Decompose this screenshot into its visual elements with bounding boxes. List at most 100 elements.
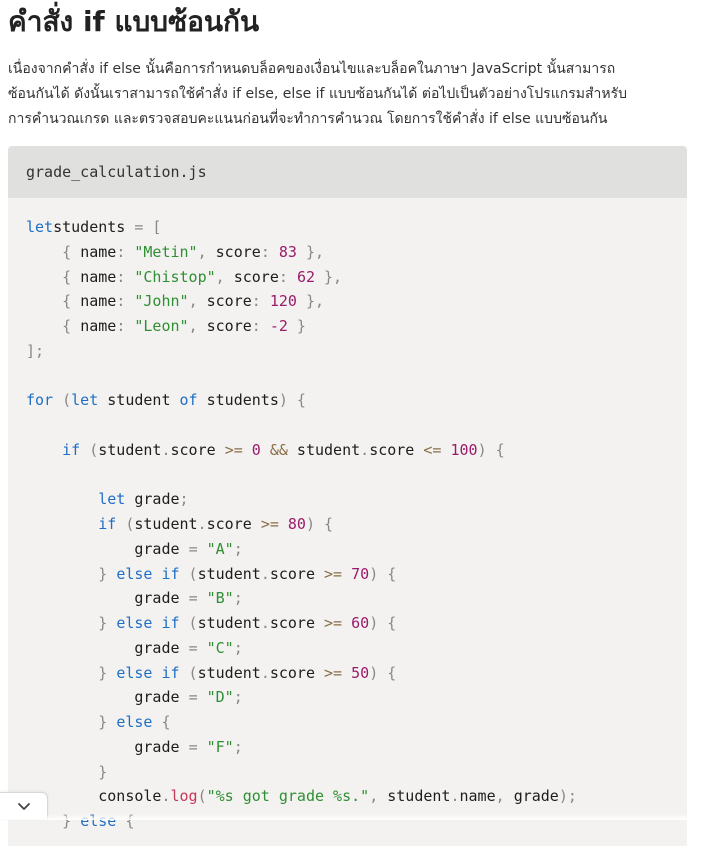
code-token: "D" (206, 688, 234, 707)
code-token: , (188, 292, 207, 311)
code-line: if (student.score >= 80) { (26, 512, 687, 537)
code-token: "B" (206, 589, 234, 608)
code-token: : (116, 267, 135, 286)
code-token: >= (260, 515, 279, 533)
code-token: 50 (351, 663, 370, 682)
code-token: ( (53, 391, 72, 410)
code-token: = (188, 589, 207, 608)
code-token: let (26, 218, 54, 236)
code-token: >= (324, 564, 343, 583)
code-line: grade = "F"; (26, 735, 687, 760)
code-token: ; (233, 737, 243, 756)
code-token: } (26, 564, 117, 583)
code-token: ) { (369, 564, 397, 583)
chevron-down-icon (17, 803, 30, 810)
intro-line: การคำนวณเกรด และตรวจสอบคะแนนก่อนที่จะทำก… (8, 111, 608, 127)
code-line: } else { (26, 809, 687, 834)
code-token: { (152, 713, 171, 731)
code-token: "Leon" (134, 317, 189, 335)
code-token: : (278, 267, 297, 286)
code-token: if (62, 440, 81, 459)
code-token: score (369, 440, 424, 459)
code-token: score (269, 564, 325, 583)
code-line: } else if (student.score >= 50) { (26, 661, 687, 686)
code-token: : (116, 292, 135, 311)
code-line: } else { (26, 710, 687, 735)
code-token: = (188, 737, 207, 756)
intro-line: ซ้อนกันได้ ดังนั้นเราสามารถใช้คำสั่ง if … (8, 86, 627, 102)
code-token: >= (324, 614, 343, 632)
code-token: else (116, 713, 153, 731)
code-token: score (206, 292, 252, 311)
code-token: "Chistop" (134, 267, 216, 286)
page-bottom-edge (0, 814, 706, 820)
intro-paragraph: เนื่องจากคำสั่ง if else นั้นคือการกำหนดบ… (8, 57, 688, 132)
code-token: } (26, 762, 108, 781)
code-token: grade (26, 539, 189, 558)
code-token: 70 (351, 564, 370, 583)
code-token: ( (179, 614, 198, 632)
code-token: log (170, 787, 198, 806)
code-line: { name: "Chistop", score: 62 }, (26, 265, 687, 290)
code-token: { (26, 317, 81, 335)
code-token: grade (513, 787, 559, 806)
code-line: grade = "D"; (26, 685, 687, 710)
code-line: { name: "John", score: 120 }, (26, 289, 687, 314)
code-token: grade (26, 589, 189, 608)
code-token: else if (116, 564, 180, 583)
code-token: , (197, 242, 216, 261)
code-token: } (26, 614, 117, 632)
code-token: ( (116, 515, 135, 533)
code-token: score (170, 440, 225, 459)
code-token: : (116, 317, 135, 335)
code-token: ( (80, 440, 99, 459)
code-line: { name: "Metin", score: 83 }, (26, 240, 687, 265)
code-token: , (215, 267, 234, 286)
code-token: { (26, 267, 81, 286)
code-token: name (80, 242, 117, 261)
code-token: . (260, 663, 270, 682)
code-token: }, (296, 292, 325, 311)
code-token: ]; (26, 341, 45, 360)
code-token: } (26, 713, 117, 731)
code-token: 100 (450, 440, 478, 459)
code-token: && (269, 440, 288, 459)
code-token: ) { (369, 663, 397, 682)
code-token: }, (315, 267, 343, 286)
code-line: } else if (student.score >= 60) { (26, 611, 687, 636)
code-token: = (188, 539, 207, 558)
code-token: else if (116, 663, 180, 682)
code-token: name (459, 787, 496, 806)
code-token: score (206, 515, 261, 533)
code-token: . (450, 787, 460, 806)
code-token: score (233, 267, 279, 286)
page-heading: คำสั่ง if แบบซ้อนกัน (8, 5, 260, 38)
code-token: 120 (269, 292, 297, 311)
code-token: "Metin" (134, 242, 198, 261)
code-token: student (98, 391, 180, 410)
code-filename: grade_calculation.js (8, 146, 687, 198)
code-token: } (26, 663, 117, 682)
code-line: ]; (26, 339, 687, 364)
code-token: ) { (369, 614, 397, 632)
code-token: let (71, 391, 99, 410)
code-token: >= (324, 663, 343, 682)
code-line: } (26, 760, 687, 785)
code-content[interactable]: letstudents = [ { name: "Metin", score: … (8, 198, 687, 834)
code-token: ( (179, 663, 198, 682)
code-line: console.log("%s got grade %s.", student.… (26, 784, 687, 809)
code-token: ) { (477, 440, 505, 459)
code-token: grade (125, 490, 180, 509)
code-token: , (188, 317, 207, 335)
code-token: <= (423, 440, 442, 459)
code-line: letstudents = [ (26, 215, 687, 240)
code-token: { (26, 242, 81, 261)
code-token: 0 (251, 440, 261, 459)
code-token: : (251, 317, 270, 335)
